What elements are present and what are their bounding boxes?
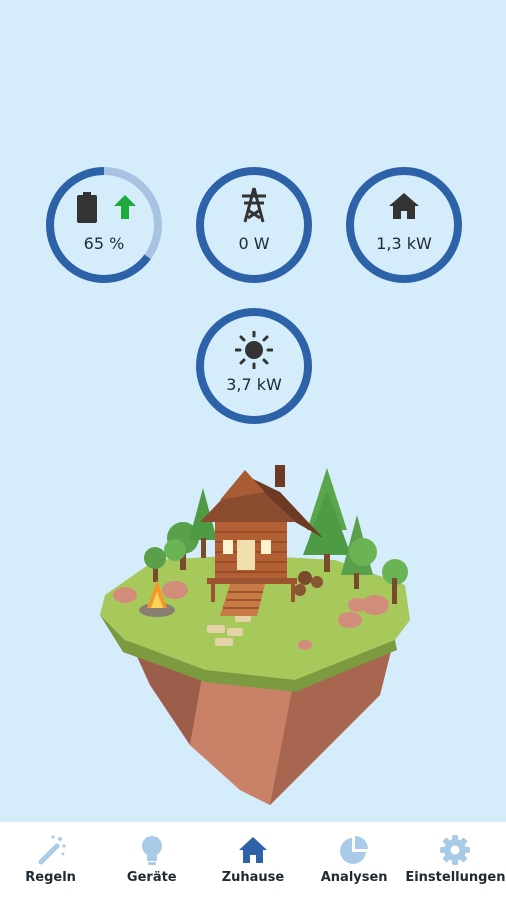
nav-item-einstellungen[interactable]: Einstellungen [405,822,506,885]
sun-icon [235,331,273,369]
battery-value: 65 % [83,234,125,253]
power-pylon-icon [242,187,266,223]
home-ring [346,167,462,283]
house-icon [238,837,267,863]
grid-gauge[interactable]: 0 W [195,166,313,284]
home-consumption-gauge[interactable]: 1,3 kW [345,166,463,284]
battery-gauge[interactable]: 65 % [45,166,163,284]
grid-ring [196,167,312,283]
nav-item-zuhause[interactable]: Zuhause [203,822,303,885]
pie-chart-icon [340,836,369,864]
nav-item-geraete[interactable]: Geräte [102,822,202,885]
grid-value: 0 W [238,234,270,253]
floating-island-illustration [100,465,410,805]
arrow-up-icon [114,195,136,219]
magic-wand-icon [38,835,66,865]
nav-label: Regeln [25,870,76,885]
nav-label: Einstellungen [405,870,506,885]
lightbulb-icon [141,836,162,865]
solar-gauge[interactable]: 3,7 kW [195,307,313,425]
bottom-navigation: Regeln Geräte Zuhause Analysen Einstellu… [0,822,506,900]
battery-level-ring [46,167,162,283]
nav-item-regeln[interactable]: Regeln [1,822,101,885]
house-icon [389,193,419,219]
solar-value: 3,7 kW [226,375,282,394]
gear-icon [440,835,471,865]
nav-label: Analysen [320,870,388,885]
home-value: 1,3 kW [376,234,432,253]
battery-icon [77,192,97,223]
nav-label: Geräte [126,870,177,885]
nav-label: Zuhause [221,870,285,885]
nav-item-analysen[interactable]: Analysen [304,822,404,885]
